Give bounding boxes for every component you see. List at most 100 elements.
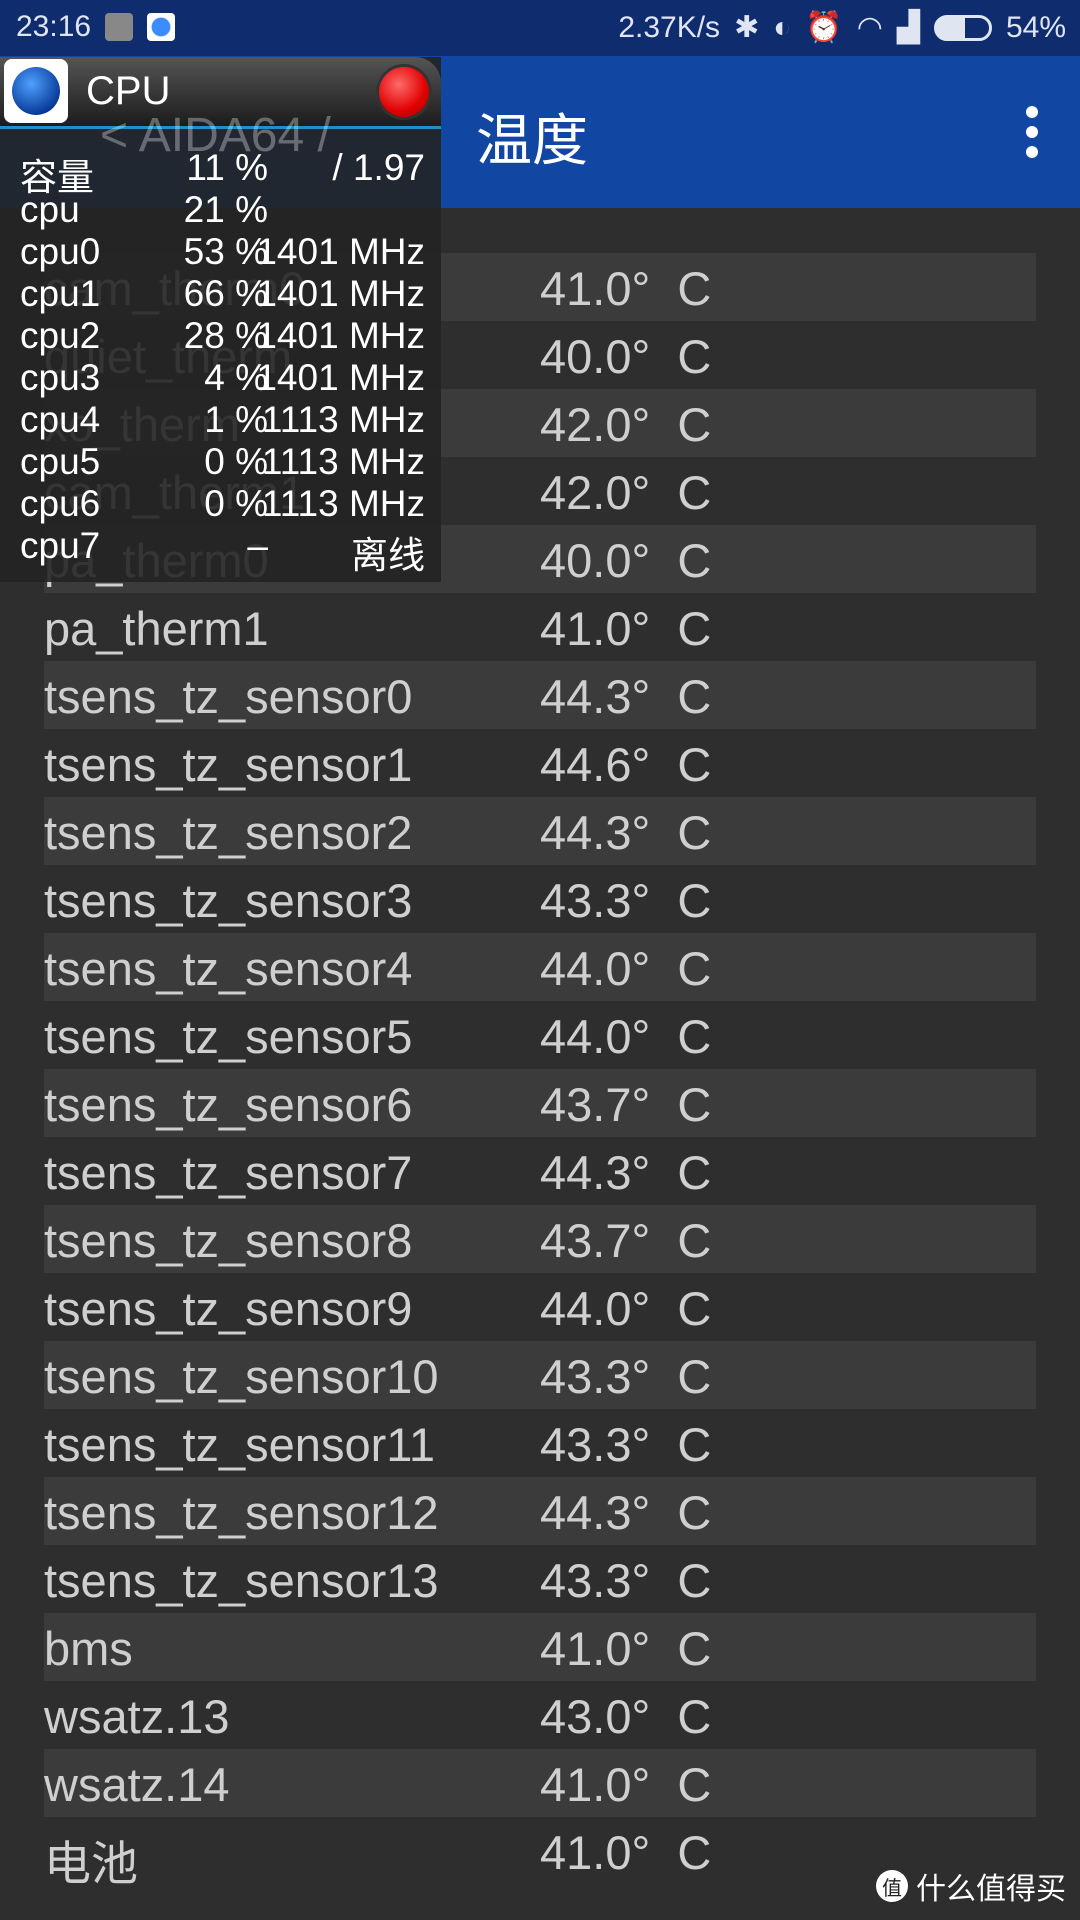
signal-icon: ▟ xyxy=(896,11,920,44)
sensor-row: wsatz.13 43.0° C xyxy=(44,1681,1036,1749)
cpu-row: cpu0 53 % 1401 MHz xyxy=(20,231,425,273)
sensor-value: 44.3° C xyxy=(540,806,712,859)
cpu-row: cpu3 4 % 1401 MHz xyxy=(20,357,425,399)
sensor-label: tsens_tz_sensor4 xyxy=(44,942,413,995)
cpu-name: cpu1 xyxy=(20,273,101,314)
sensor-row: tsens_tz_sensor7 44.3° C xyxy=(44,1137,1036,1205)
battery-icon xyxy=(933,14,992,41)
sensor-value: 44.3° C xyxy=(540,1486,712,1539)
cpu-name: cpu0 xyxy=(20,231,101,272)
sensor-label: tsens_tz_sensor11 xyxy=(44,1418,436,1471)
battery-level: 54% xyxy=(1005,10,1066,44)
aida64-logo-icon xyxy=(4,59,68,123)
sensor-value: 40.0° C xyxy=(540,534,712,587)
sensor-value: 44.0° C xyxy=(540,1282,712,1335)
sensor-row: tsens_tz_sensor8 43.7° C xyxy=(44,1205,1036,1273)
sensor-value: 41.0° C xyxy=(540,602,712,655)
cpu-frequency: 离线 xyxy=(351,535,425,576)
cpu-row: cpu7 – 离线 xyxy=(20,525,425,576)
cpu-usage: – xyxy=(247,525,268,566)
sensor-label: tsens_tz_sensor0 xyxy=(44,670,413,723)
cpu-usage: 1 % xyxy=(204,399,268,440)
cpu-name: cpu7 xyxy=(20,525,101,566)
sensor-row: tsens_tz_sensor1 44.6° C xyxy=(44,729,1036,797)
sensor-value: 43.7° C xyxy=(540,1214,712,1267)
sensor-label: tsens_tz_sensor12 xyxy=(44,1486,439,1539)
sensor-value: 44.0° C xyxy=(540,942,712,995)
cpu-frequency: 1113 MHz xyxy=(261,483,425,524)
aida-icon xyxy=(147,13,176,41)
close-button[interactable] xyxy=(379,67,429,117)
sensor-label: tsens_tz_sensor1 xyxy=(44,738,413,791)
cpu-usage: 28 % xyxy=(183,315,268,356)
sensor-row: tsens_tz_sensor13 43.3° C xyxy=(44,1545,1036,1613)
sensor-value: 43.3° C xyxy=(540,1418,712,1471)
sensor-value: 42.0° C xyxy=(540,466,712,519)
cpu-usage: 21 % xyxy=(183,189,268,230)
cpu-name: cpu5 xyxy=(20,441,101,482)
cpu-row: cpu 21 % xyxy=(20,189,425,231)
sensor-value: 41.0° C xyxy=(540,1826,712,1879)
shield-icon xyxy=(105,13,134,41)
sensor-value: 43.3° C xyxy=(540,1554,712,1607)
sensor-row: tsens_tz_sensor6 43.7° C xyxy=(44,1069,1036,1137)
cpu-name: cpu4 xyxy=(20,399,101,440)
sensor-row: tsens_tz_sensor12 44.3° C xyxy=(44,1477,1036,1545)
page-title: 温度 xyxy=(476,109,588,172)
cpu-frequency: 1401 MHz xyxy=(256,357,425,398)
cpu-name: cpu xyxy=(20,189,80,230)
cpu-usage: 0 % xyxy=(204,483,268,524)
cpu-name: cpu3 xyxy=(20,357,101,398)
cpu-row: cpu2 28 % 1401 MHz xyxy=(20,315,425,357)
sensor-row: tsens_tz_sensor0 44.3° C xyxy=(44,661,1036,729)
monitor-title: CPU xyxy=(86,69,171,113)
sensor-label: bms xyxy=(44,1622,133,1675)
sensor-value: 41.0° C xyxy=(540,262,712,315)
watermark-text: 什么值得买 xyxy=(916,1873,1066,1906)
cpu-row: cpu4 1 % 1113 MHz xyxy=(20,399,425,441)
sensor-value: 43.3° C xyxy=(540,1350,712,1403)
sensor-row: pa_therm1 41.0° C xyxy=(44,593,1036,661)
sensor-value: 41.0° C xyxy=(540,1622,712,1675)
sensor-value: 43.3° C xyxy=(540,874,712,927)
sensor-row: tsens_tz_sensor3 43.3° C xyxy=(44,865,1036,933)
alarm-icon: ⏰ xyxy=(805,11,843,44)
sensor-label: tsens_tz_sensor2 xyxy=(44,806,413,859)
vibrate-icon: ◐ xyxy=(773,10,792,44)
sensor-label: tsens_tz_sensor10 xyxy=(44,1350,439,1403)
sensor-row: tsens_tz_sensor9 44.0° C xyxy=(44,1273,1036,1341)
cpu-frequency: 1113 MHz xyxy=(261,441,425,482)
sensor-value: 43.7° C xyxy=(540,1078,712,1131)
cpu-frequency: 1401 MHz xyxy=(256,273,425,314)
cpu-usage: 66 % xyxy=(183,273,268,314)
sensor-label: 电池 xyxy=(44,1837,138,1890)
sensor-label: tsens_tz_sensor13 xyxy=(44,1554,439,1607)
watermark-badge: 值 xyxy=(876,1870,908,1902)
cpu-name: cpu2 xyxy=(20,315,101,356)
network-speed: 2.37K/s xyxy=(618,10,721,44)
sensor-row: bms 41.0° C xyxy=(44,1613,1036,1681)
sensor-row: tsens_tz_sensor10 43.3° C xyxy=(44,1341,1036,1409)
cpu-usage: 0 % xyxy=(204,441,268,482)
sensor-value: 44.3° C xyxy=(540,1146,712,1199)
back-button[interactable]: < AIDA64 / xyxy=(100,112,331,160)
sensor-row: tsens_tz_sensor11 43.3° C xyxy=(44,1409,1036,1477)
sensor-label: tsens_tz_sensor3 xyxy=(44,874,413,927)
bluetooth-icon: ✱ xyxy=(734,11,760,44)
cpu-usage: 53 % xyxy=(183,231,268,272)
sensor-label: tsens_tz_sensor6 xyxy=(44,1078,413,1131)
sensor-value: 44.6° C xyxy=(540,738,712,791)
cpu-frequency: 1401 MHz xyxy=(256,231,425,272)
cpu-row: cpu5 0 % 1113 MHz xyxy=(20,441,425,483)
more-vert-icon[interactable] xyxy=(1024,106,1040,158)
cpu-row: cpu1 66 % 1401 MHz xyxy=(20,273,425,315)
status-bar: 23:16 2.37K/s ✱ ◐ ⏰ ◠ ▟ 54% xyxy=(0,0,1080,56)
sensor-value: 40.0° C xyxy=(540,330,712,383)
sensor-label: tsens_tz_sensor8 xyxy=(44,1214,413,1267)
sensor-value: 43.0° C xyxy=(540,1690,712,1743)
sensor-value: 44.0° C xyxy=(540,1010,712,1063)
wifi-icon: ◠ xyxy=(856,11,883,44)
sensor-row: tsens_tz_sensor2 44.3° C xyxy=(44,797,1036,865)
sensor-row: tsens_tz_sensor5 44.0° C xyxy=(44,1001,1036,1069)
sensor-label: tsens_tz_sensor9 xyxy=(44,1282,413,1335)
